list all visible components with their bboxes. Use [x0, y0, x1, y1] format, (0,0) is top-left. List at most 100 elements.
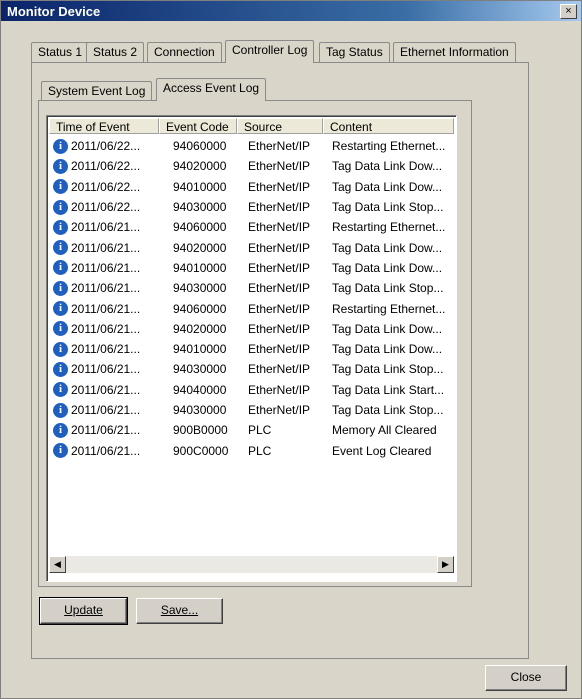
- monitor-device-window: Monitor Device × Status 1 Status 2 Conne…: [0, 0, 582, 699]
- table-row[interactable]: i 2011/06/21... 94030000 EtherNet/IP Tag Dat…: [49, 359, 454, 379]
- info-icon: i: [53, 422, 68, 438]
- list-rows: i 2011/06/22... 94060000 EtherNet/IP Restart…: [49, 136, 454, 461]
- update-button[interactable]: Update: [39, 597, 128, 625]
- event-code-cell: 94040000: [173, 382, 227, 397]
- update-button-label: Update: [64, 603, 103, 617]
- time-of-event-cell: i 2011/06/21...: [49, 402, 159, 418]
- time-of-event-cell: i 2011/06/22...: [49, 199, 159, 215]
- content-cell: Memory All Cleared: [332, 423, 437, 438]
- table-row[interactable]: i 2011/06/21... 900B0000 PLC Memory All Clea…: [49, 420, 454, 440]
- time-text: 2011/06/21...: [71, 362, 141, 377]
- table-row[interactable]: i 2011/06/21... 94060000 EtherNet/IP Restart…: [49, 298, 454, 318]
- source-cell: EtherNet/IP: [248, 403, 311, 417]
- content-cell: Tag Data Link Dow...: [332, 159, 443, 174]
- info-icon: i: [53, 158, 68, 174]
- event-code-cell: 94020000: [173, 321, 227, 336]
- table-row[interactable]: i 2011/06/22... 94030000 EtherNet/IP Tag Dat…: [49, 197, 454, 217]
- source-cell: EtherNet/IP: [248, 200, 311, 215]
- info-icon: i: [53, 240, 68, 256]
- time-text: 2011/06/21...: [71, 342, 141, 357]
- source-cell: EtherNet/IP: [248, 382, 311, 397]
- info-icon: i: [53, 361, 68, 377]
- time-of-event-cell: i 2011/06/21...: [49, 240, 159, 256]
- event-code-cell: 94030000: [173, 362, 227, 377]
- source-cell: EtherNet/IP: [248, 301, 311, 316]
- time-text: 2011/06/21...: [71, 382, 141, 397]
- time-of-event-cell: i 2011/06/21...: [49, 341, 159, 357]
- table-row[interactable]: i 2011/06/21... 94010000 EtherNet/IP Tag Dat…: [49, 258, 454, 278]
- info-icon: i: [53, 219, 68, 235]
- time-of-event-cell: i 2011/06/21...: [49, 443, 159, 459]
- time-text: 2011/06/21...: [71, 281, 141, 296]
- event-code-cell: 94030000: [173, 200, 227, 215]
- time-of-event-cell: i 2011/06/21...: [49, 361, 159, 377]
- scroll-left-icon[interactable]: ◀: [49, 556, 66, 573]
- info-icon: i: [53, 179, 68, 195]
- time-text: 2011/06/21...: [71, 260, 141, 275]
- source-cell: EtherNet/IP: [248, 159, 311, 174]
- table-row[interactable]: i 2011/06/21... 94030000 EtherNet/IP Tag Dat…: [49, 278, 454, 298]
- tab-connection[interactable]: Connection: [147, 42, 222, 62]
- column-content[interactable]: Content: [323, 118, 454, 134]
- table-row[interactable]: i 2011/06/21... 94010000 EtherNet/IP Tag Dat…: [49, 339, 454, 359]
- info-icon: i: [53, 199, 68, 215]
- table-row[interactable]: i 2011/06/21... 94030000 EtherNet/IP Tag Dat…: [49, 400, 454, 420]
- source-cell: EtherNet/IP: [248, 220, 311, 235]
- event-code-cell: 94060000: [173, 139, 227, 154]
- time-text: 2011/06/21...: [71, 423, 141, 438]
- table-row[interactable]: i 2011/06/22... 94010000 EtherNet/IP Tag Dat…: [49, 177, 454, 197]
- content-cell: Tag Data Link Dow...: [332, 240, 443, 255]
- table-row[interactable]: i 2011/06/21... 900C0000 PLC Event Log Clear…: [49, 440, 454, 460]
- source-cell: EtherNet/IP: [248, 281, 311, 296]
- time-of-event-cell: i 2011/06/21...: [49, 280, 159, 296]
- table-row[interactable]: i 2011/06/21... 94040000 EtherNet/IP Tag Dat…: [49, 380, 454, 400]
- table-row[interactable]: i 2011/06/22... 94020000 EtherNet/IP Tag Dat…: [49, 156, 454, 176]
- event-code-cell: 900B0000: [173, 423, 228, 438]
- tab-tag-status[interactable]: Tag Status: [319, 42, 390, 62]
- table-row[interactable]: i 2011/06/21... 94020000 EtherNet/IP Tag Dat…: [49, 319, 454, 339]
- tab-status-1[interactable]: Status 1: [31, 42, 90, 62]
- time-text: 2011/06/21...: [71, 240, 141, 255]
- content-cell: Restarting Ethernet...: [332, 139, 446, 154]
- tab-controller-log[interactable]: Controller Log: [225, 40, 315, 63]
- time-text: 2011/06/22...: [71, 200, 141, 215]
- event-code-cell: 94030000: [173, 403, 227, 417]
- horizontal-scrollbar[interactable]: ◀ ▶: [49, 556, 454, 573]
- time-of-event-cell: i 2011/06/21...: [49, 301, 159, 317]
- subtab-system-event-log[interactable]: System Event Log: [41, 81, 153, 101]
- info-icon: i: [53, 138, 68, 154]
- event-code-cell: 94060000: [173, 220, 227, 235]
- save-button[interactable]: Save...: [136, 598, 223, 624]
- time-of-event-cell: i 2011/06/21...: [49, 321, 159, 337]
- info-icon: i: [53, 443, 68, 459]
- time-of-event-cell: i 2011/06/22...: [49, 179, 159, 195]
- source-cell: EtherNet/IP: [248, 321, 311, 336]
- close-button-label: Close: [510, 670, 542, 684]
- content-cell: Event Log Cleared: [332, 443, 432, 458]
- tab-status-2[interactable]: Status 2: [86, 42, 145, 62]
- table-row[interactable]: i 2011/06/22... 94060000 EtherNet/IP Restart…: [49, 136, 454, 156]
- close-button[interactable]: Close: [485, 665, 567, 691]
- save-button-label: Save...: [160, 603, 199, 617]
- info-icon: i: [53, 402, 68, 418]
- column-source[interactable]: Source: [237, 118, 323, 134]
- source-cell: PLC: [248, 443, 272, 458]
- scroll-right-icon[interactable]: ▶: [437, 556, 454, 573]
- table-row[interactable]: i 2011/06/21... 94060000 EtherNet/IP Restart…: [49, 217, 454, 237]
- event-code-cell: 94030000: [173, 281, 227, 296]
- time-text: 2011/06/21...: [71, 301, 141, 316]
- info-icon: i: [53, 341, 68, 357]
- time-text: 2011/06/22...: [71, 159, 141, 174]
- event-code-cell: 94020000: [173, 159, 227, 174]
- time-of-event-cell: i 2011/06/22...: [49, 158, 159, 174]
- event-log-list[interactable]: Time of Event Event Code Source Content …: [46, 115, 457, 582]
- tab-ethernet-information[interactable]: Ethernet Information: [393, 42, 516, 62]
- column-time-of-event[interactable]: Time of Event: [49, 118, 159, 134]
- close-window-icon[interactable]: ×: [560, 4, 577, 19]
- info-icon: i: [53, 260, 68, 276]
- column-event-code[interactable]: Event Code: [159, 118, 237, 134]
- source-cell: PLC: [248, 423, 272, 438]
- subtab-access-event-log[interactable]: Access Event Log: [156, 78, 267, 101]
- title-bar: Monitor Device ×: [1, 1, 581, 21]
- table-row[interactable]: i 2011/06/21... 94020000 EtherNet/IP Tag Dat…: [49, 237, 454, 257]
